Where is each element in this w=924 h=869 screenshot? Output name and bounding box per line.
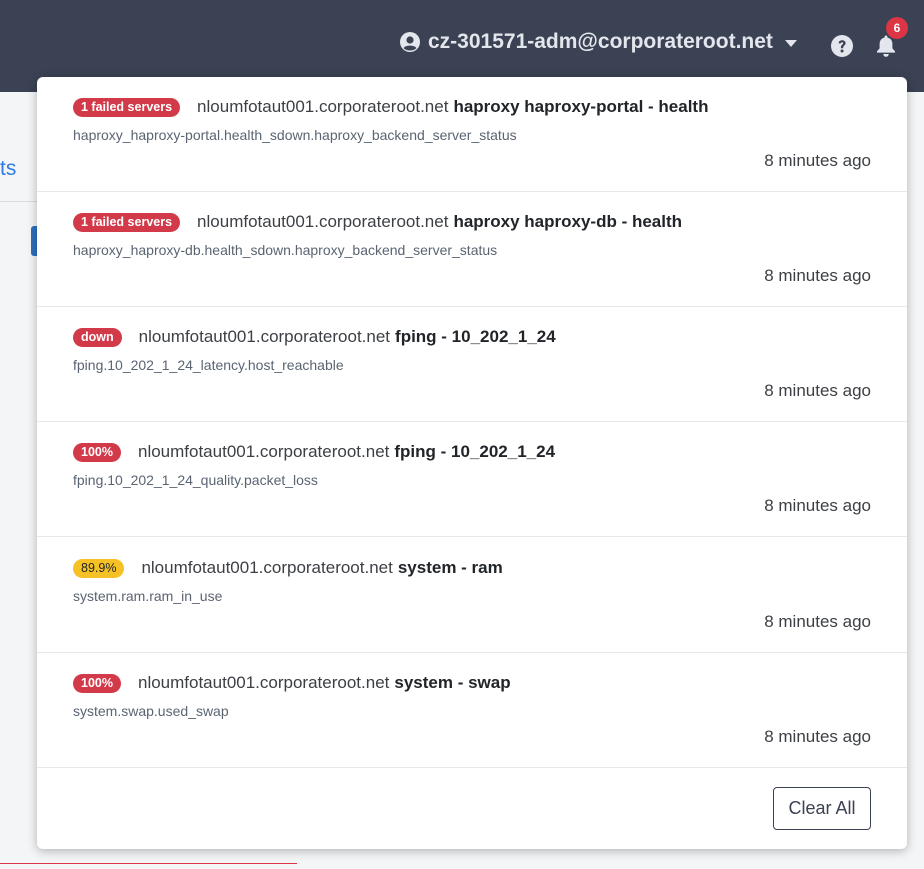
notification-item[interactable]: 100% nloumfotaut001.corporateroot.net sy… — [37, 653, 907, 768]
notification-time: 8 minutes ago — [764, 151, 871, 170]
notification-item[interactable]: 1 failed servers nloumfotaut001.corporat… — [37, 192, 907, 307]
notification-item[interactable]: down nloumfotaut001.corporateroot.net fp… — [37, 307, 907, 422]
notification-host: nloumfotaut001.corporateroot.net — [138, 327, 391, 346]
notification-count-badge: 6 — [886, 17, 908, 39]
background-divider — [0, 201, 37, 202]
notification-time: 8 minutes ago — [764, 612, 871, 631]
status-badge: down — [73, 327, 122, 347]
status-badge: 100% — [73, 442, 121, 462]
notification-time: 8 minutes ago — [764, 266, 871, 285]
notification-header: down nloumfotaut001.corporateroot.net fp… — [73, 327, 556, 347]
notification-header: 1 failed servers nloumfotaut001.corporat… — [73, 212, 682, 232]
question-circle-icon[interactable] — [831, 35, 853, 57]
status-badge: 100% — [73, 673, 121, 693]
notification-host: nloumfotaut001.corporateroot.net — [141, 558, 393, 577]
notification-host: nloumfotaut001.corporateroot.net — [197, 212, 449, 231]
notification-header: 100% nloumfotaut001.corporateroot.net sy… — [73, 673, 511, 693]
notification-metric: haproxy_haproxy-portal.health_sdown.hapr… — [73, 127, 517, 143]
notification-host: nloumfotaut001.corporateroot.net — [137, 442, 390, 461]
user-circle-icon — [400, 32, 420, 52]
notification-time: 8 minutes ago — [764, 496, 871, 515]
notification-check: fping - 10_202_1_24 — [395, 327, 556, 346]
notification-host: nloumfotaut001.corporateroot.net — [137, 673, 390, 692]
notification-header: 1 failed servers nloumfotaut001.corporat… — [73, 97, 708, 117]
clear-all-button[interactable]: Clear All — [773, 787, 871, 830]
background-red-rule — [0, 863, 297, 864]
status-badge: 1 failed servers — [73, 97, 181, 117]
notification-check: haproxy haproxy-portal - health — [453, 97, 709, 116]
notifications-dropdown: 1 failed servers nloumfotaut001.corporat… — [37, 77, 907, 849]
notification-header: 100% nloumfotaut001.corporateroot.net fp… — [73, 442, 555, 462]
notification-metric: system.swap.used_swap — [73, 703, 229, 719]
user-menu-label: cz-301571-adm@corporateroot.net — [428, 30, 773, 53]
notification-check: fping - 10_202_1_24 — [394, 442, 556, 461]
notification-item[interactable]: 1 failed servers nloumfotaut001.corporat… — [37, 77, 907, 192]
background-link-fragment: ts — [0, 157, 17, 180]
notification-metric: system.ram.ram_in_use — [73, 588, 223, 604]
notification-metric: fping.10_202_1_24_quality.packet_loss — [73, 472, 318, 488]
notification-time: 8 minutes ago — [764, 727, 871, 746]
notification-check: system - swap — [394, 673, 511, 692]
notification-host: nloumfotaut001.corporateroot.net — [197, 97, 449, 116]
notification-item[interactable]: 100% nloumfotaut001.corporateroot.net fp… — [37, 422, 907, 537]
user-menu-toggle[interactable]: cz-301571-adm@corporateroot.net — [400, 30, 797, 54]
notification-metric: fping.10_202_1_24_latency.host_reachable — [73, 357, 344, 373]
status-badge: 89.9% — [73, 558, 125, 578]
notification-header: 89.9% nloumfotaut001.corporateroot.net s… — [73, 558, 503, 578]
notification-check: system - ram — [397, 558, 503, 577]
notification-check: haproxy haproxy-db - health — [453, 212, 683, 231]
notification-time: 8 minutes ago — [764, 381, 871, 400]
status-badge: 1 failed servers — [73, 212, 181, 232]
caret-down-icon — [784, 39, 797, 47]
notification-item[interactable]: 89.9% nloumfotaut001.corporateroot.net s… — [37, 538, 907, 653]
notification-metric: haproxy_haproxy-db.health_sdown.haproxy_… — [73, 242, 498, 258]
